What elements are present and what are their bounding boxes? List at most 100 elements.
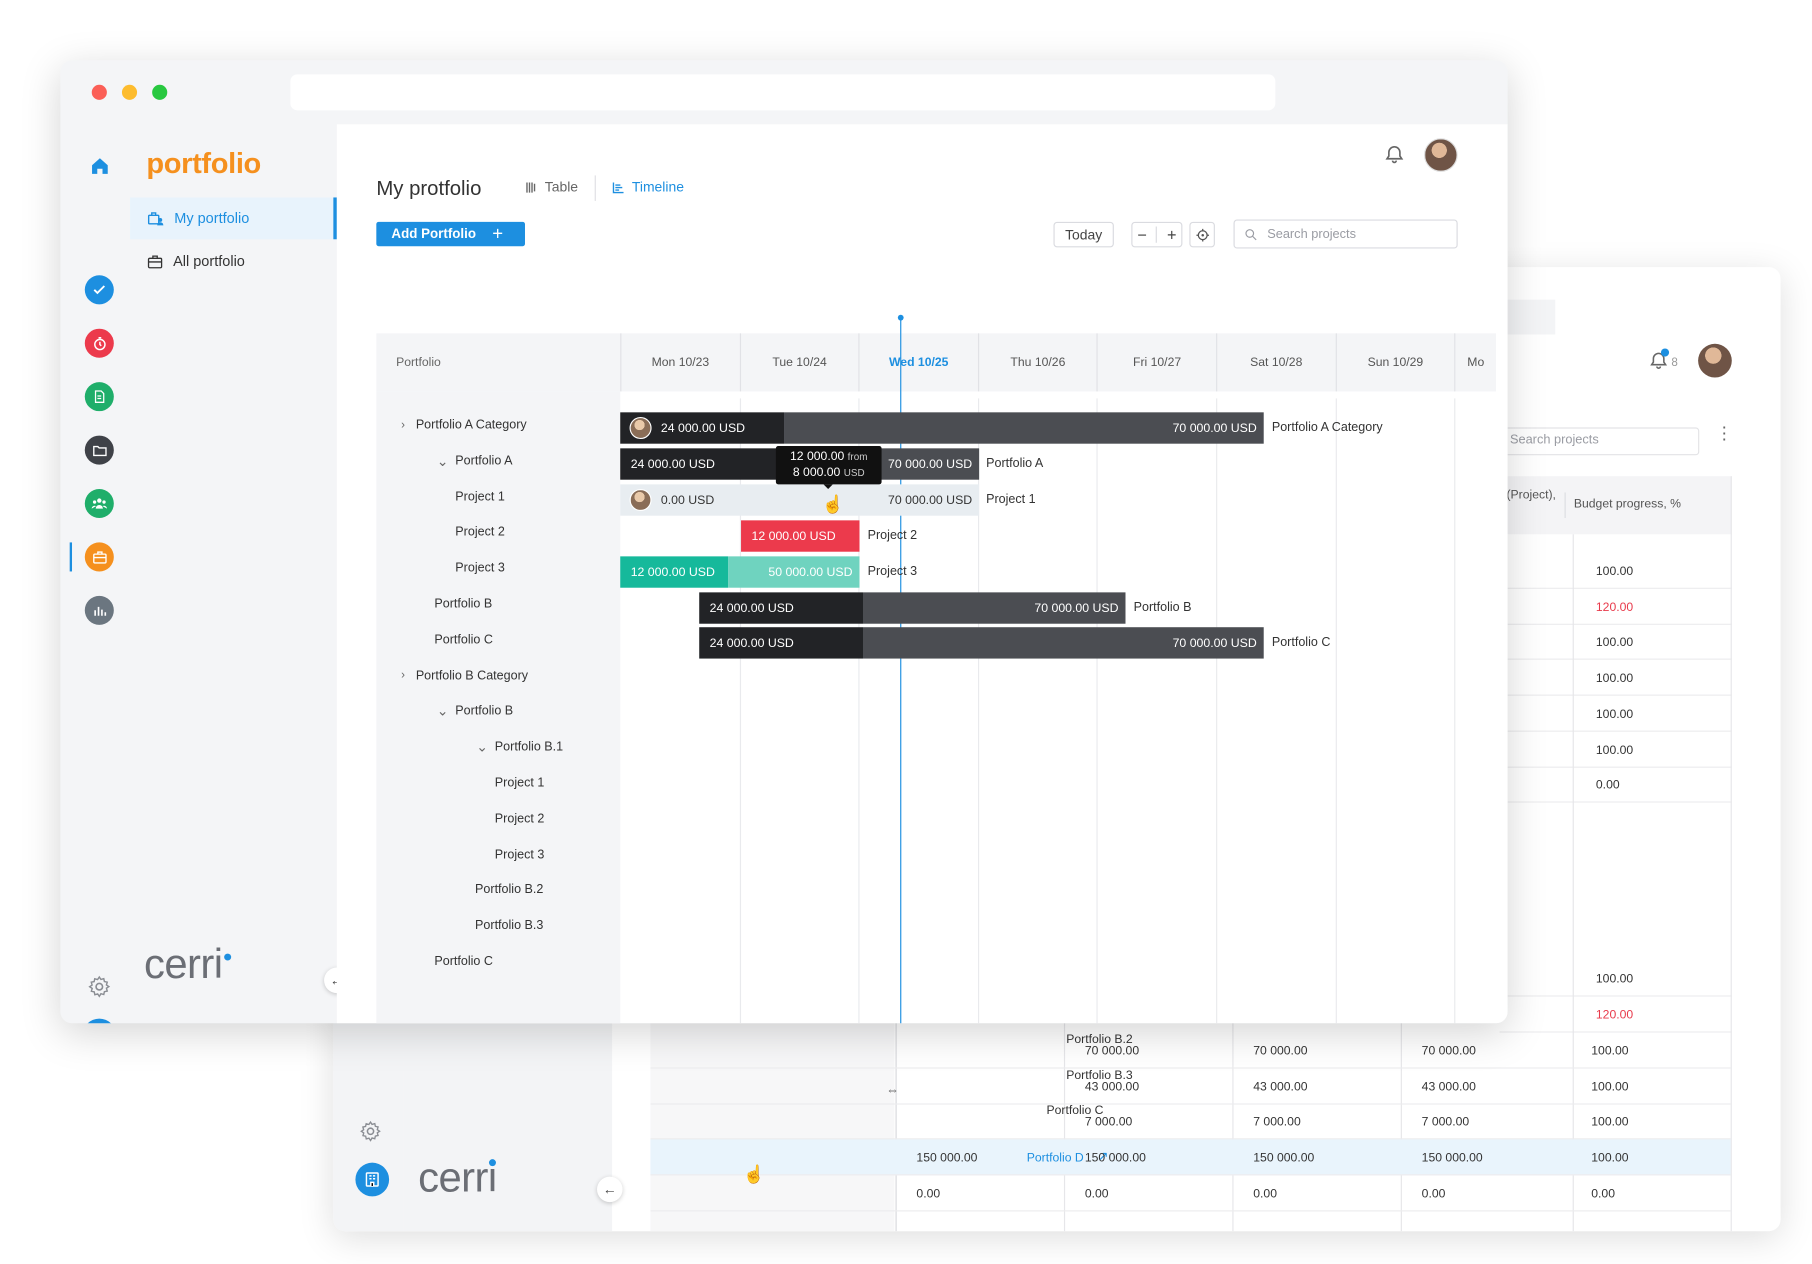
back-hand-cursor-icon: ☝: [743, 1164, 766, 1185]
tree-item[interactable]: Portfolio C: [434, 955, 493, 969]
tree-item[interactable]: ⌄ Portfolio B: [437, 704, 513, 718]
tree-item[interactable]: › Portfolio B Category: [397, 669, 528, 683]
budget-amount: 70 000.00 USD: [888, 457, 973, 471]
tree-item[interactable]: Project 2: [495, 812, 544, 826]
window-maximize-button[interactable]: [152, 84, 168, 100]
tasks-icon[interactable]: [84, 275, 114, 305]
budget-spent-bar[interactable]: 24 000.00 USD: [699, 627, 863, 659]
back-more-menu-icon[interactable]: ⋮: [1716, 425, 1733, 442]
budget-spent-bar[interactable]: 12 000.00 USD: [741, 520, 860, 552]
back-table-cell: 7 000.00: [1084, 1115, 1133, 1130]
back-table-row[interactable]: 0.00 0.00 0.00 0.00 0.00: [650, 1175, 1731, 1212]
add-portfolio-button[interactable]: Add Portfolio +: [376, 221, 525, 247]
owner-avatar: [629, 488, 652, 512]
tree-item[interactable]: Project 3: [495, 847, 544, 861]
tree-item[interactable]: › Portfolio A Category: [397, 418, 527, 432]
back-table-row[interactable]: Portfolio B.2 70 000.00 70 000.00 70 000.00…: [650, 1033, 1731, 1069]
budget-progress-value: 100.00: [1595, 671, 1634, 686]
locate-today-button[interactable]: [1189, 221, 1215, 248]
budget-amount: 70 000.00 USD: [888, 493, 973, 507]
budget-total-bar[interactable]: 70 000.00 USD: [862, 627, 1264, 659]
nav-panel: portfolio My portfolio All portfolio cer…: [130, 124, 350, 1023]
tab-table[interactable]: Table: [524, 179, 578, 195]
folder-icon[interactable]: [84, 435, 114, 465]
budget-progress-value: 100.00: [1595, 742, 1634, 757]
portfolio-icon[interactable]: [84, 542, 114, 572]
team-icon[interactable]: [84, 488, 114, 519]
chevron-down-icon[interactable]: ⌄: [437, 454, 449, 468]
timer-icon[interactable]: [84, 328, 114, 358]
tree-item[interactable]: Portfolio B.2: [475, 883, 543, 897]
back-table-row[interactable]: Portfolio B.3 43 000.00 43 000.00 43 000.00…: [650, 1068, 1731, 1105]
back-table-row[interactable]: Portfolio D ↗ 150 000.00 150 000.00 150 000.…: [650, 1139, 1731, 1176]
tab-timeline[interactable]: Timeline: [611, 179, 684, 195]
home-icon[interactable]: [85, 151, 114, 180]
day-gridline: [1216, 398, 1218, 1024]
budget-spent-bar[interactable]: 24 000.00 USD: [620, 448, 785, 480]
tree-item[interactable]: Project 1: [495, 776, 544, 790]
back-table-row[interactable]: Portfolio C7 000.00 7 000.00 7 000.00 100.0…: [650, 1104, 1731, 1140]
window-close-button[interactable]: [91, 84, 107, 100]
tree-item-label: Portfolio C: [434, 954, 493, 969]
budget-spent-bar[interactable]: 12 000.00 USD: [620, 556, 729, 588]
back-table-cell: 70 000.00: [1084, 1044, 1140, 1059]
budget-total-bar[interactable]: 70 000.00 USD: [784, 412, 1264, 444]
today-button[interactable]: Today: [1053, 221, 1114, 248]
nav-my-portfolio[interactable]: My portfolio: [130, 197, 337, 240]
back-table-cell: 150 000.00: [1084, 1151, 1146, 1166]
back-bell-icon[interactable]: [1648, 348, 1670, 378]
budget-total-bar[interactable]: 70 000.00 USD: [862, 592, 1126, 624]
back-table-cell: 0.00: [1253, 1186, 1277, 1201]
back-search-input[interactable]: Search projects: [1499, 427, 1700, 456]
timeline-header: Portfolio Mon 10/23 Tue 10/24 Wed 10/25 Thu…: [376, 333, 1497, 392]
back-settings-icon[interactable]: [359, 1120, 382, 1149]
day-header: Sat 10/28: [1216, 333, 1335, 392]
back-progress-row: 100.00: [1499, 961, 1732, 997]
tree-item[interactable]: Portfolio B: [434, 597, 492, 611]
address-bar[interactable]: [290, 74, 1276, 111]
day-gridline: [1335, 398, 1337, 1024]
back-table-cell: 100.00: [1591, 1115, 1629, 1130]
chevron-right-icon[interactable]: ›: [397, 419, 409, 432]
owner-avatar: [629, 416, 652, 440]
nav-all-portfolio-label: All portfolio: [173, 253, 245, 270]
budget-total-bar[interactable]: 50 000.00 USD: [728, 556, 860, 588]
search-input[interactable]: Search projects: [1233, 219, 1458, 249]
tree-item[interactable]: ⌄ Portfolio B.1: [476, 740, 563, 754]
nav-all-portfolio[interactable]: All portfolio: [130, 240, 337, 282]
column-resize-icon[interactable]: ⇔: [886, 1084, 899, 1098]
bar-label: Portfolio C: [1271, 635, 1331, 650]
bell-icon[interactable]: [1383, 144, 1405, 172]
budget-spent-bar[interactable]: 24 000.00 USD: [699, 592, 863, 624]
back-table-cell: 70 000.00: [1253, 1044, 1308, 1059]
zoom-in-button[interactable]: +: [1167, 225, 1177, 244]
tree-item[interactable]: Project 2: [455, 525, 504, 539]
user-avatar[interactable]: [1423, 138, 1458, 172]
back-progress-row: 120.00: [1499, 996, 1732, 1033]
back-table-cell: 0.00: [916, 1186, 941, 1201]
settings-icon[interactable]: [87, 974, 111, 1004]
chevron-down-icon[interactable]: ⌄: [437, 704, 449, 718]
hand-cursor-icon: ☝: [822, 494, 845, 515]
chevron-right-icon[interactable]: ›: [397, 669, 409, 682]
budget-spent-bar[interactable]: 0.00 USD 70 000.00 USD: [620, 484, 980, 516]
workspace-icon[interactable]: [82, 1018, 117, 1024]
tree-item-label: Project 1: [494, 775, 545, 790]
tree-item[interactable]: Project 1: [455, 490, 504, 504]
tree-item[interactable]: Portfolio C: [434, 633, 493, 647]
analytics-icon[interactable]: [84, 595, 114, 625]
tree-item[interactable]: Portfolio B.3: [475, 919, 543, 933]
tree-item-label: Portfolio A: [455, 453, 513, 468]
tree-item[interactable]: ⌄ Portfolio A: [437, 454, 513, 468]
chevron-down-icon[interactable]: ⌄: [476, 740, 488, 754]
portfolio-link[interactable]: Portfolio D: [1027, 1151, 1084, 1165]
budget-spent-bar[interactable]: 24 000.00 USD: [620, 412, 785, 444]
budget-progress-value: 120.00: [1595, 1007, 1634, 1022]
tree-item[interactable]: Project 3: [455, 561, 504, 575]
zoom-out-button[interactable]: −: [1137, 225, 1147, 244]
back-user-avatar[interactable]: [1698, 343, 1732, 378]
back-collapse-sidebar-button[interactable]: ←: [597, 1176, 623, 1203]
back-workspace-icon[interactable]: [355, 1162, 390, 1197]
window-minimize-button[interactable]: [121, 84, 138, 100]
document-icon[interactable]: [84, 382, 114, 412]
